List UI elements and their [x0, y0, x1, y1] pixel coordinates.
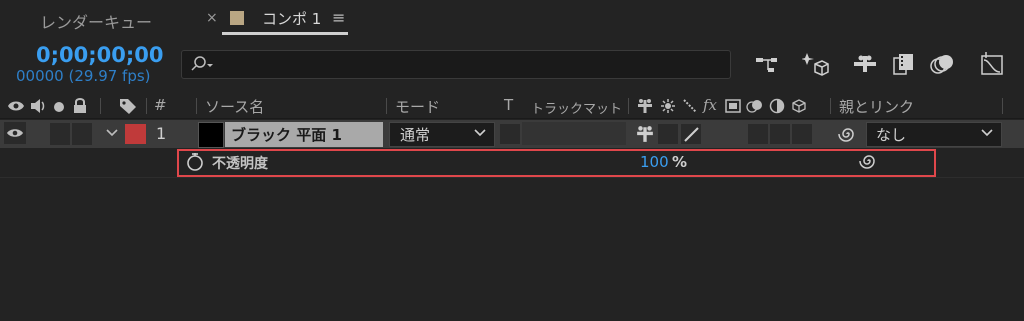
- effects-column-header[interactable]: fx: [703, 96, 717, 114]
- frame-blend-switch-icon[interactable]: [725, 98, 741, 114]
- motion-blur-toggle[interactable]: [748, 124, 768, 144]
- quality-switch-icon[interactable]: [682, 98, 698, 114]
- 3d-layer-toggle[interactable]: [792, 124, 812, 144]
- lock-toggle[interactable]: [72, 123, 92, 145]
- header-divider: [1002, 98, 1003, 114]
- motion-blur-icon[interactable]: [928, 50, 956, 78]
- header-divider: [386, 98, 387, 114]
- panel-menu-button[interactable]: ≡: [332, 8, 345, 27]
- header-divider: [100, 98, 101, 114]
- quality-toggle[interactable]: [681, 124, 701, 144]
- search-icon: [191, 56, 213, 71]
- parent-link-column-header[interactable]: 親とリンク: [839, 96, 914, 117]
- search-field[interactable]: [181, 50, 731, 79]
- layer-name: ブラック 平面 1: [231, 126, 342, 144]
- quality-slash-icon: [684, 127, 699, 142]
- chevron-down-icon: [981, 129, 993, 137]
- track-matte-column-header[interactable]: トラックマット: [531, 98, 622, 117]
- layer-thumbnail: [198, 122, 224, 148]
- frame-count-display: 00000 (29.97 fps): [16, 67, 151, 85]
- 3d-layer-icon[interactable]: [791, 98, 807, 114]
- shy-switch-icon[interactable]: [636, 125, 654, 143]
- graph-editor-icon[interactable]: [978, 50, 1006, 78]
- track-matte-cell[interactable]: [522, 122, 626, 145]
- header-divider: [146, 98, 147, 114]
- pick-whip-icon[interactable]: [838, 124, 858, 144]
- label-color-swatch[interactable]: [125, 124, 146, 144]
- adjustment-layer-icon[interactable]: [769, 98, 785, 114]
- draft-3d-icon[interactable]: [802, 50, 830, 78]
- layer-index: 1: [156, 124, 167, 143]
- collapse-transform-toggle[interactable]: [658, 124, 678, 144]
- eye-icon[interactable]: [7, 99, 25, 113]
- header-divider: [830, 98, 831, 114]
- parent-value: なし: [876, 126, 907, 144]
- lock-icon[interactable]: [73, 97, 87, 114]
- tab-render-queue[interactable]: レンダーキュー: [40, 9, 152, 33]
- index-column-header[interactable]: #: [154, 96, 167, 114]
- solo-toggle[interactable]: [50, 123, 70, 145]
- chevron-down-icon[interactable]: [105, 127, 119, 139]
- source-name-column-header[interactable]: ソース名: [205, 96, 264, 117]
- eye-icon: [7, 129, 23, 137]
- video-toggle[interactable]: [4, 122, 26, 144]
- composition-icon: [230, 11, 244, 25]
- highlight-frame: [177, 149, 936, 177]
- solo-icon[interactable]: [53, 101, 65, 113]
- shy-switch-icon[interactable]: [637, 98, 653, 114]
- shy-layers-icon[interactable]: [851, 50, 879, 78]
- collapse-transform-icon[interactable]: [660, 98, 676, 114]
- panel-tab-bar: [0, 0, 1024, 38]
- tab-close-button[interactable]: ×: [206, 10, 218, 26]
- current-time-display[interactable]: 0;00;00;00: [36, 43, 163, 67]
- tab-composition[interactable]: コンポ 1: [262, 8, 321, 29]
- mode-column-header[interactable]: モード: [395, 96, 440, 117]
- motion-blur-switch-icon[interactable]: [746, 98, 764, 114]
- flowchart-icon[interactable]: [753, 50, 781, 78]
- speaker-icon[interactable]: [29, 98, 47, 114]
- t-column-header[interactable]: T: [504, 96, 513, 114]
- header-divider: [628, 98, 629, 114]
- active-tab-underline: [222, 32, 348, 35]
- label-tag-icon[interactable]: [119, 98, 137, 114]
- adjustment-layer-toggle[interactable]: [770, 124, 790, 144]
- frame-blending-icon[interactable]: [890, 50, 918, 78]
- blend-mode-value: 通常: [400, 126, 431, 144]
- header-divider: [196, 98, 197, 114]
- preserve-transparency-toggle[interactable]: [500, 124, 520, 144]
- chevron-down-icon: [474, 129, 486, 137]
